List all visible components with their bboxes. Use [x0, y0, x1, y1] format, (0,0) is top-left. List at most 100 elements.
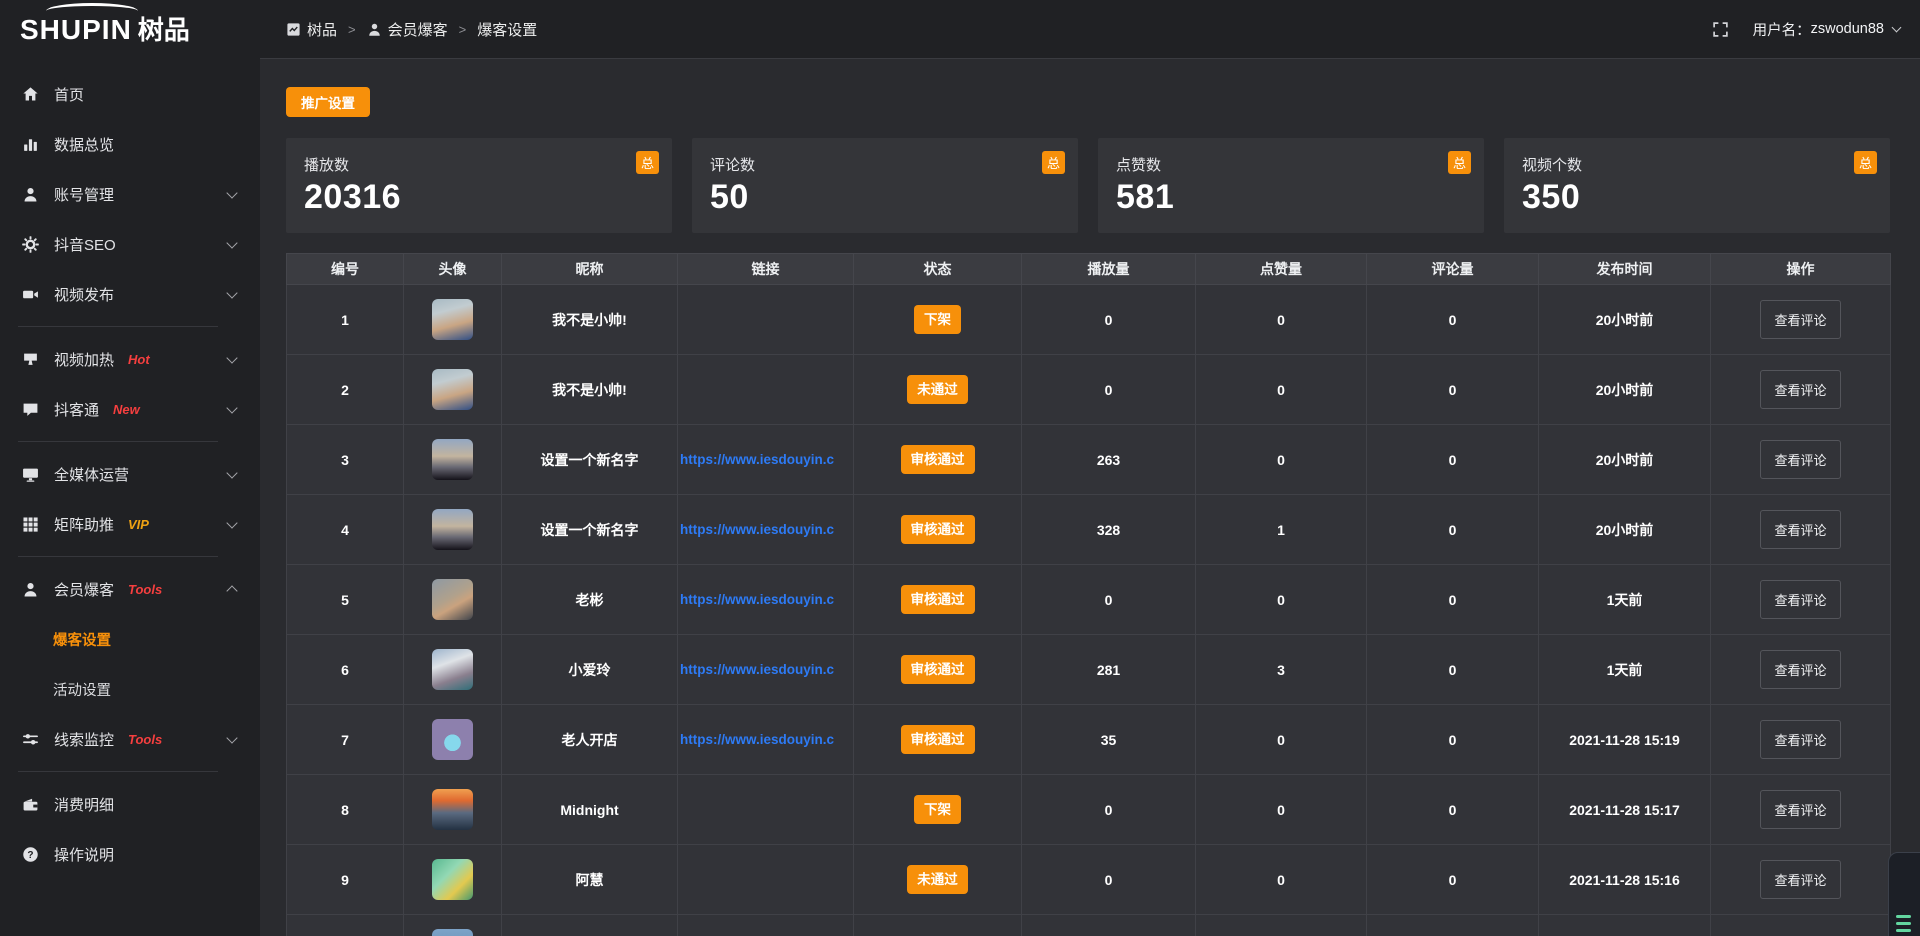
sidebar-item-全媒体运营[interactable]: 全媒体运营: [0, 449, 260, 499]
cell-nickname: 我不是小帅!: [502, 355, 678, 425]
sidebar-item-首页[interactable]: 首页: [0, 69, 260, 119]
sidebar-item-会员爆客[interactable]: 会员爆客Tools: [0, 564, 260, 614]
cell-likes: 0: [1196, 775, 1367, 845]
cell-comments: 0: [1367, 705, 1539, 775]
logo[interactable]: SHUPIN 树品: [0, 0, 260, 59]
cell-status: 未通过: [854, 355, 1022, 425]
avatar: [432, 509, 473, 550]
grid-icon: [22, 516, 39, 533]
cell-time: 1天前: [1539, 635, 1711, 705]
video-link[interactable]: https://www.iesdouyin.c: [678, 592, 853, 607]
username[interactable]: 用户名：zswodun88: [1753, 19, 1900, 40]
view-comments-button[interactable]: 查看评论: [1760, 720, 1840, 759]
cell-status: 审核通过: [854, 425, 1022, 495]
cell-likes: 0: [1196, 285, 1367, 355]
cell-avatar: [404, 635, 502, 705]
cell-action: 查看评论: [1711, 495, 1891, 565]
video-link[interactable]: https://www.iesdouyin.c: [678, 662, 853, 677]
sidebar-item-矩阵助推[interactable]: 矩阵助推VIP: [0, 499, 260, 549]
sidebar-item-操作说明[interactable]: ?操作说明: [0, 829, 260, 879]
view-comments-button[interactable]: 查看评论: [1760, 370, 1840, 409]
cell-comments: 0: [1367, 635, 1539, 705]
cell-nickname: 老彬: [502, 565, 678, 635]
sidebar-badge: New: [113, 402, 140, 417]
view-comments-button[interactable]: 查看评论: [1760, 300, 1840, 339]
column-header-状态: 状态: [854, 254, 1022, 285]
cell-nickname: 老人开店: [502, 705, 678, 775]
video-link[interactable]: https://www.iesdouyin.c: [678, 732, 853, 747]
user-area: 用户名：zswodun88: [1712, 19, 1900, 40]
cell-comments: [1367, 915, 1539, 936]
sidebar-item-抖音SEO[interactable]: 抖音SEO: [0, 219, 260, 269]
cell-status: 审核通过: [854, 705, 1022, 775]
breadcrumb-separator: >: [459, 22, 467, 37]
cell-avatar: [404, 845, 502, 915]
video-link[interactable]: https://www.iesdouyin.c: [678, 522, 853, 537]
cell-likes: 1: [1196, 495, 1367, 565]
view-comments-button[interactable]: 查看评论: [1760, 790, 1840, 829]
sidebar-item-label: 数据总览: [54, 134, 114, 155]
cell-link: https://www.iesdouyin.c: [678, 705, 854, 775]
breadcrumb-item-会员爆客[interactable]: 会员爆客: [367, 19, 448, 40]
fullscreen-icon[interactable]: [1712, 21, 1729, 38]
logo-text-en: SHUPIN: [20, 16, 132, 44]
column-header-点赞量: 点赞量: [1196, 254, 1367, 285]
table-row: 6小爱玲https://www.iesdouyin.c审核通过281301天前查…: [287, 635, 1891, 705]
sidebar-item-消费明细[interactable]: 消费明细: [0, 779, 260, 829]
promo-settings-button[interactable]: 推广设置: [286, 87, 370, 117]
user-icon: [367, 22, 382, 37]
cell-status: 下架: [854, 285, 1022, 355]
table-row: 7老人开店https://www.iesdouyin.c审核通过35002021…: [287, 705, 1891, 775]
view-comments-button[interactable]: 查看评论: [1760, 580, 1840, 619]
cell-comments: 0: [1367, 775, 1539, 845]
sidebar-item-视频发布[interactable]: 视频发布: [0, 269, 260, 319]
breadcrumb-label: 树品: [307, 19, 337, 40]
cell-id: 4: [287, 495, 404, 565]
stat-label: 点赞数: [1116, 154, 1466, 175]
sidebar-badge: Tools: [128, 582, 162, 597]
sidebar-item-线索监控[interactable]: 线索监控Tools: [0, 714, 260, 764]
sidebar-subitem-活动设置[interactable]: 活动设置: [0, 664, 260, 714]
cell-link: https://www.iesdouyin.c: [678, 495, 854, 565]
sidebar-item-label: 矩阵助推: [54, 514, 114, 535]
table-row: 4设置一个新名字https://www.iesdouyin.c审核通过32810…: [287, 495, 1891, 565]
cell-plays: 0: [1022, 775, 1196, 845]
cell-id: 6: [287, 635, 404, 705]
view-comments-button[interactable]: 查看评论: [1760, 650, 1840, 689]
view-comments-button[interactable]: 查看评论: [1760, 860, 1840, 899]
table-row: 9阿慧未通过0002021-11-28 15:16查看评论: [287, 845, 1891, 915]
cell-action: [1711, 915, 1891, 936]
sidebar-item-抖客通[interactable]: 抖客通New: [0, 384, 260, 434]
avatar: [432, 579, 473, 620]
floating-widget[interactable]: [1888, 852, 1920, 936]
breadcrumb-item-爆客设置[interactable]: 爆客设置: [477, 19, 537, 40]
status-badge: 未通过: [907, 375, 968, 405]
cell-time: [1539, 915, 1711, 936]
widget-bar: [1896, 922, 1911, 925]
sidebar-badge: Hot: [128, 352, 150, 367]
sliders-icon: [22, 731, 39, 748]
cell-status: 审核通过: [854, 565, 1022, 635]
cell-status: 下架: [854, 775, 1022, 845]
avatar: [432, 649, 473, 690]
sidebar-item-数据总览[interactable]: 数据总览: [0, 119, 260, 169]
status-badge: 下架: [914, 795, 961, 825]
cell-link: [678, 285, 854, 355]
column-header-播放量: 播放量: [1022, 254, 1196, 285]
view-comments-button[interactable]: 查看评论: [1760, 510, 1840, 549]
sidebar-item-label: 首页: [54, 84, 84, 105]
cell-id: 7: [287, 705, 404, 775]
breadcrumb-item-树品[interactable]: 树品: [286, 19, 337, 40]
video-link[interactable]: https://www.iesdouyin.c: [678, 452, 853, 467]
cell-time: 20小时前: [1539, 425, 1711, 495]
sidebar-item-label: 消费明细: [54, 794, 114, 815]
cell-likes: 0: [1196, 705, 1367, 775]
sidebar-item-账号管理[interactable]: 账号管理: [0, 169, 260, 219]
chevron-down-icon: [226, 237, 237, 248]
sidebar-item-视频加热[interactable]: 视频加热Hot: [0, 334, 260, 384]
stat-value: 350: [1522, 178, 1872, 217]
view-comments-button[interactable]: 查看评论: [1760, 440, 1840, 479]
cell-action: 查看评论: [1711, 355, 1891, 425]
sidebar-subitem-爆客设置[interactable]: 爆客设置: [0, 614, 260, 664]
stat-label: 评论数: [710, 154, 1060, 175]
